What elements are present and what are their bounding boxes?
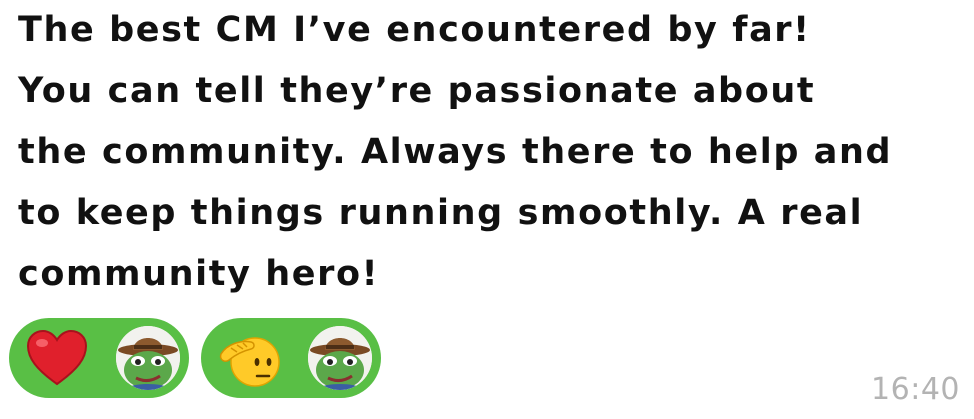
reaction-salute-button[interactable] xyxy=(201,318,381,398)
reaction-heart-button[interactable] xyxy=(9,318,189,398)
message-text: The best CM I’ve encountered by far! You… xyxy=(18,10,893,294)
heart-icon xyxy=(25,326,89,390)
frog-cowboy-avatar xyxy=(116,326,180,390)
message-timestamp: 16:40 xyxy=(871,372,960,407)
reactions-bar xyxy=(9,318,381,398)
frog-cowboy-avatar xyxy=(308,326,372,390)
saluting-face-icon xyxy=(217,326,281,390)
message-bubble: The best CM I’ve encountered by far! You… xyxy=(18,0,968,305)
